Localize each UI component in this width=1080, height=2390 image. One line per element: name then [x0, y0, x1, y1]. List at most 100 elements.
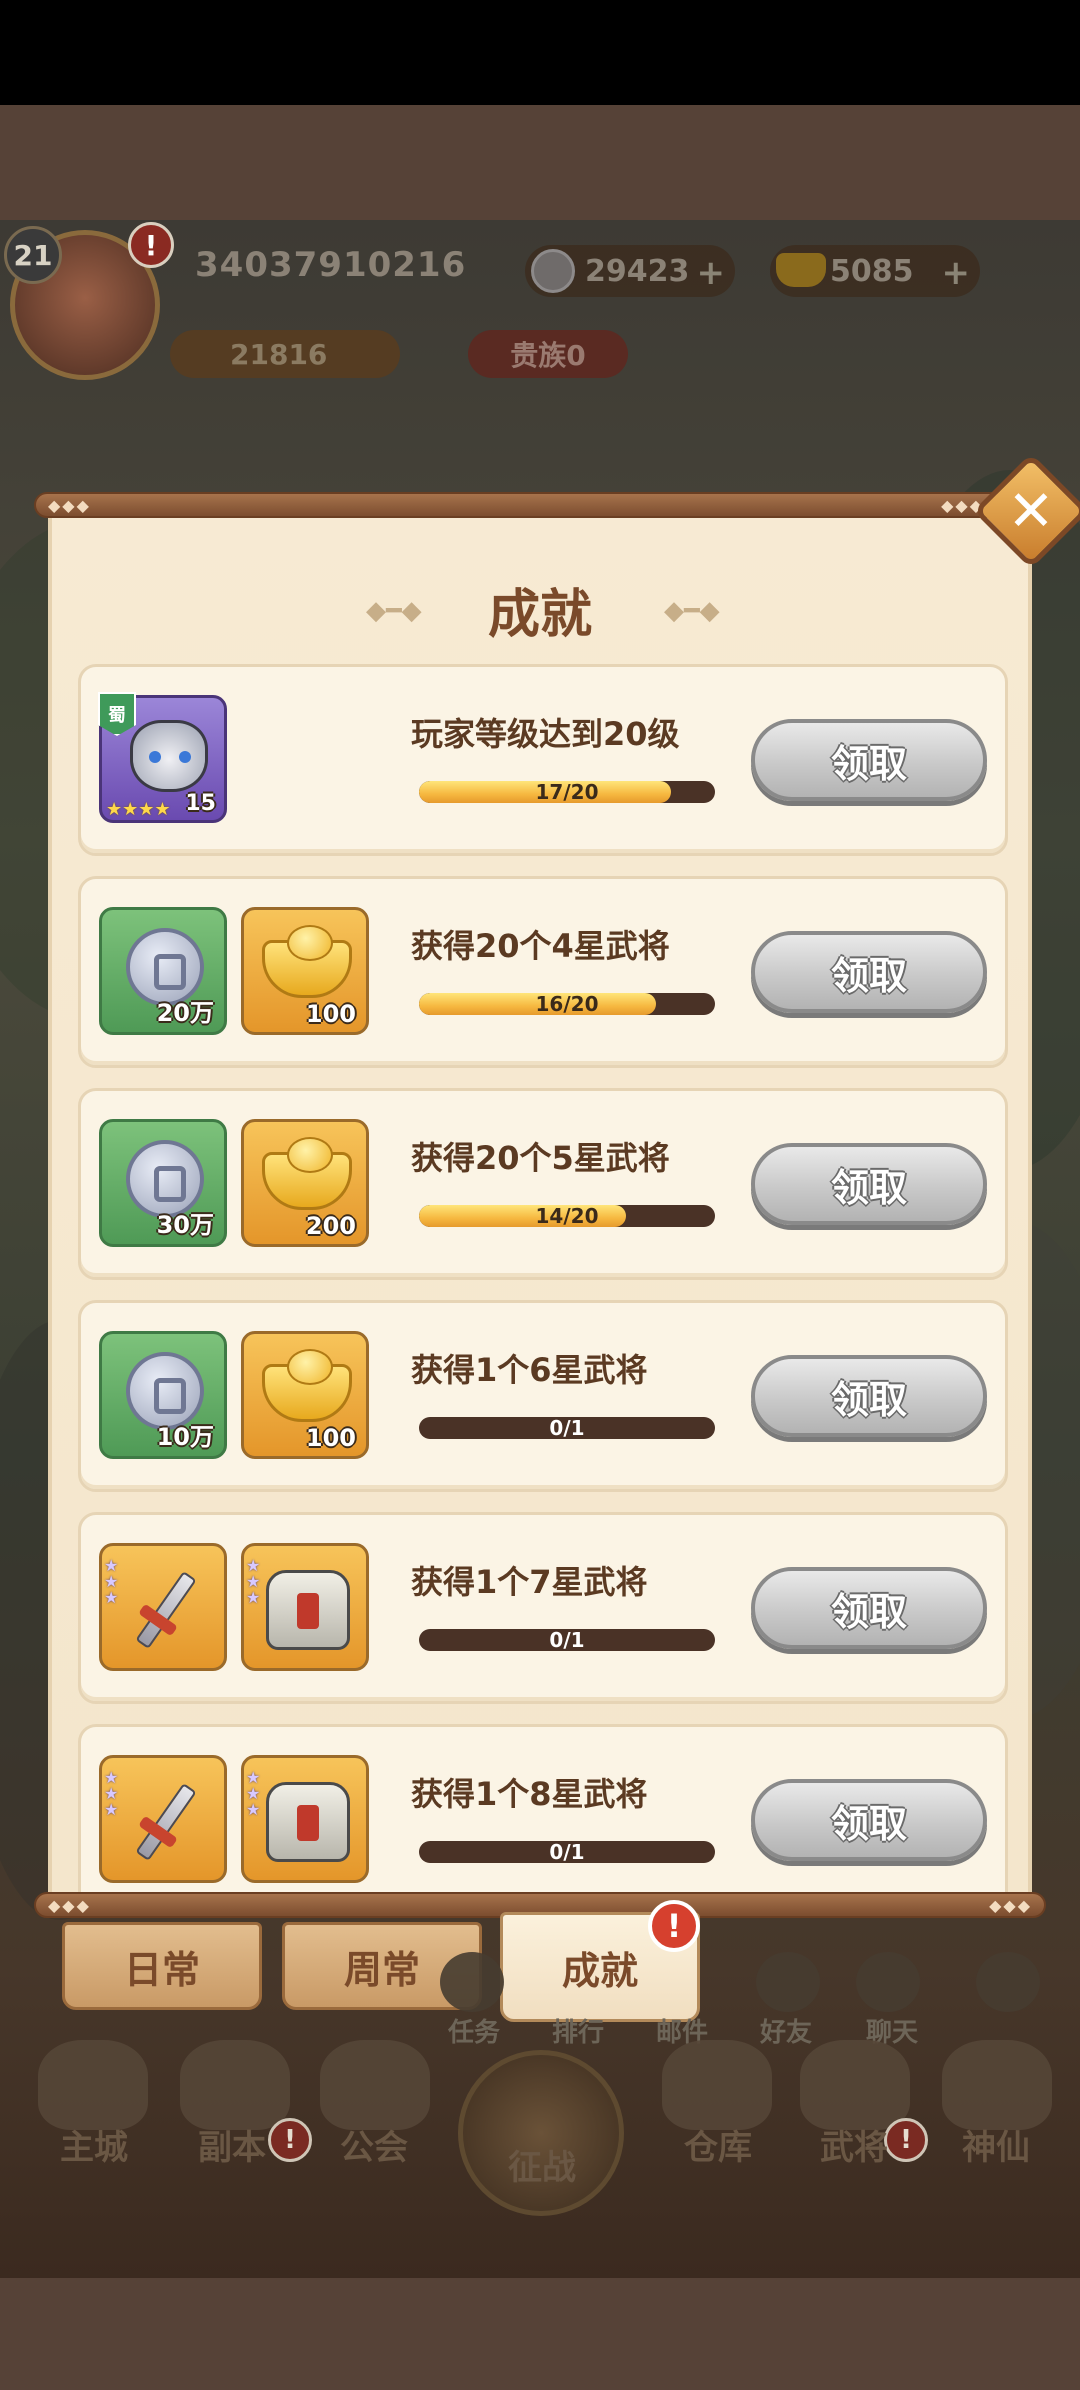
armor-reward[interactable]: ★ ★ ★: [241, 1543, 369, 1671]
claim-button[interactable]: 领取: [751, 1143, 987, 1225]
reward-quantity: 10万: [156, 1423, 214, 1451]
reward-quantity: 100: [305, 1000, 356, 1028]
achievement-row: ★ ★ ★ ★ ★ ★ 获得1个8星武将 0/1 领取: [78, 1724, 1008, 1892]
status-bar: [0, 0, 1080, 105]
subnav-friends[interactable]: 好友: [760, 2012, 812, 2049]
achievement-task: 获得1个7星武将: [411, 1563, 648, 1601]
hero-reward-icon[interactable]: 蜀 15 ★★★★: [98, 692, 227, 823]
guild-icon[interactable]: [320, 2040, 430, 2130]
task-icon[interactable]: [440, 1952, 504, 2012]
silver-coin-reward[interactable]: 20万: [99, 907, 227, 1035]
paw-value: 21816: [230, 337, 328, 371]
achievement-row: ★ ★ ★ ★ ★ ★ 获得1个7星武将 0/1 领取: [78, 1512, 1008, 1704]
top-frame: [0, 105, 1080, 220]
bottom-frame: [0, 2278, 1080, 2390]
nav-dungeon[interactable]: 副本: [172, 2120, 292, 2169]
rarity-stars: ★ ★ ★: [104, 1768, 119, 1819]
progress-bar: 17/20: [419, 781, 715, 803]
progress-bar: 0/1: [419, 1841, 715, 1863]
progress-text: 0/1: [549, 1629, 585, 1651]
progress-text: 17/20: [535, 781, 599, 803]
hero-level: 15: [185, 791, 216, 816]
player-id: 34037910216: [195, 245, 467, 285]
dialog-title: 成就: [487, 585, 592, 645]
immortal-icon[interactable]: [942, 2040, 1052, 2130]
reward-quantity: 20万: [156, 999, 214, 1027]
generals-icon[interactable]: [800, 2040, 910, 2130]
player-level-badge: 21: [4, 226, 62, 284]
noble-rank[interactable]: 贵族0: [468, 330, 628, 378]
achievement-row: 20万 100 获得20个4星武将 16/20 领取: [78, 876, 1008, 1068]
reward-quantity: 100: [305, 1424, 356, 1452]
weapon-reward[interactable]: ★ ★ ★: [99, 1755, 227, 1883]
progress-text: 14/20: [535, 1205, 599, 1227]
achievement-task: 获得1个8星武将: [411, 1775, 648, 1813]
gold-ingot-reward[interactable]: 100: [241, 907, 369, 1035]
achievement-task: 获得20个4星武将: [411, 927, 670, 965]
silver-coin-reward[interactable]: 10万: [99, 1331, 227, 1459]
claim-button[interactable]: 领取: [751, 1779, 987, 1861]
progress-bar: 14/20: [419, 1205, 715, 1227]
add-ingot-icon[interactable]: +: [942, 253, 971, 293]
coin-counter[interactable]: 29423 +: [525, 245, 735, 297]
weapon-icon: [124, 1568, 208, 1652]
achievement-row: 10万 100 获得1个6星武将 0/1 领取: [78, 1300, 1008, 1492]
achievement-task: 获得1个6星武将: [411, 1351, 648, 1389]
ingot-value: 5085: [830, 253, 914, 289]
nav-immortal[interactable]: 神仙: [936, 2120, 1056, 2169]
main-city-icon[interactable]: [38, 2040, 148, 2130]
progress-text: 0/1: [549, 1417, 585, 1439]
achievement-row: 蜀 15 ★★★★ 玩家等级达到20级 17/20 领取: [78, 664, 1008, 856]
chat-icon[interactable]: [856, 1952, 920, 2012]
avatar-alert-badge: !: [128, 222, 174, 268]
subnav-rank[interactable]: 排行: [552, 2012, 604, 2049]
coin-icon: [531, 249, 575, 293]
rarity-stars: ★ ★ ★: [104, 1556, 119, 1607]
title-right-ornament: ◆━◆: [664, 596, 720, 626]
gold-ingot-icon: [262, 1137, 352, 1210]
silver-coin-reward[interactable]: 30万: [99, 1119, 227, 1247]
progress-bar: 0/1: [419, 1417, 715, 1439]
claim-button[interactable]: 领取: [751, 1355, 987, 1437]
progress-text: 0/1: [549, 1841, 585, 1863]
ingot-counter[interactable]: 5085 +: [770, 245, 980, 297]
tab-daily[interactable]: 日常: [62, 1922, 262, 2010]
nav-guild[interactable]: 公会: [314, 2120, 434, 2169]
achievement-task: 获得20个5星武将: [411, 1139, 670, 1177]
gold-ingot-reward[interactable]: 100: [241, 1331, 369, 1459]
nav-main-city[interactable]: 主城: [34, 2120, 154, 2169]
ingot-icon: [776, 253, 826, 287]
claim-button[interactable]: 领取: [751, 1567, 987, 1649]
friends-icon[interactable]: [756, 1952, 820, 2012]
gold-ingot-icon: [262, 1349, 352, 1422]
armor-icon: [266, 1782, 350, 1862]
claim-button[interactable]: 领取: [751, 719, 987, 801]
paw-counter: 21816: [170, 330, 400, 378]
coin-value: 29423: [585, 253, 690, 289]
nav-generals[interactable]: 武将: [794, 2120, 914, 2169]
achievement-row: 30万 200 获得20个5星武将 14/20 领取: [78, 1088, 1008, 1280]
add-coin-icon[interactable]: +: [697, 253, 726, 293]
armor-reward[interactable]: ★ ★ ★: [241, 1755, 369, 1883]
progress-bar: 0/1: [419, 1629, 715, 1651]
gold-ingot-icon: [262, 925, 352, 998]
progress-text: 16/20: [535, 993, 599, 1015]
progress-bar: 16/20: [419, 993, 715, 1015]
rarity-stars: ★ ★ ★: [246, 1556, 261, 1607]
achievement-tab-alert-badge: !: [648, 1900, 700, 1952]
subnav-task[interactable]: 任务: [448, 2012, 500, 2049]
faction-badge: 蜀: [98, 692, 136, 736]
weapon-icon: [124, 1780, 208, 1864]
claim-button[interactable]: 领取: [751, 931, 987, 1013]
nav-warehouse[interactable]: 仓库: [658, 2120, 778, 2169]
dungeon-icon[interactable]: [180, 2040, 290, 2130]
weapon-reward[interactable]: ★ ★ ★: [99, 1543, 227, 1671]
gold-ingot-reward[interactable]: 200: [241, 1119, 369, 1247]
nav-campaign[interactable]: 征战: [482, 2140, 602, 2189]
achievement-list[interactable]: 蜀 15 ★★★★ 玩家等级达到20级 17/20 领取 20万 100 获得20个4星武将 16…: [78, 664, 1008, 1892]
warehouse-icon[interactable]: [662, 2040, 772, 2130]
armor-icon: [266, 1570, 350, 1650]
paw-icon[interactable]: [976, 1952, 1040, 2012]
campaign-icon[interactable]: [458, 2050, 624, 2216]
close-icon[interactable]: ✕: [990, 470, 1072, 552]
